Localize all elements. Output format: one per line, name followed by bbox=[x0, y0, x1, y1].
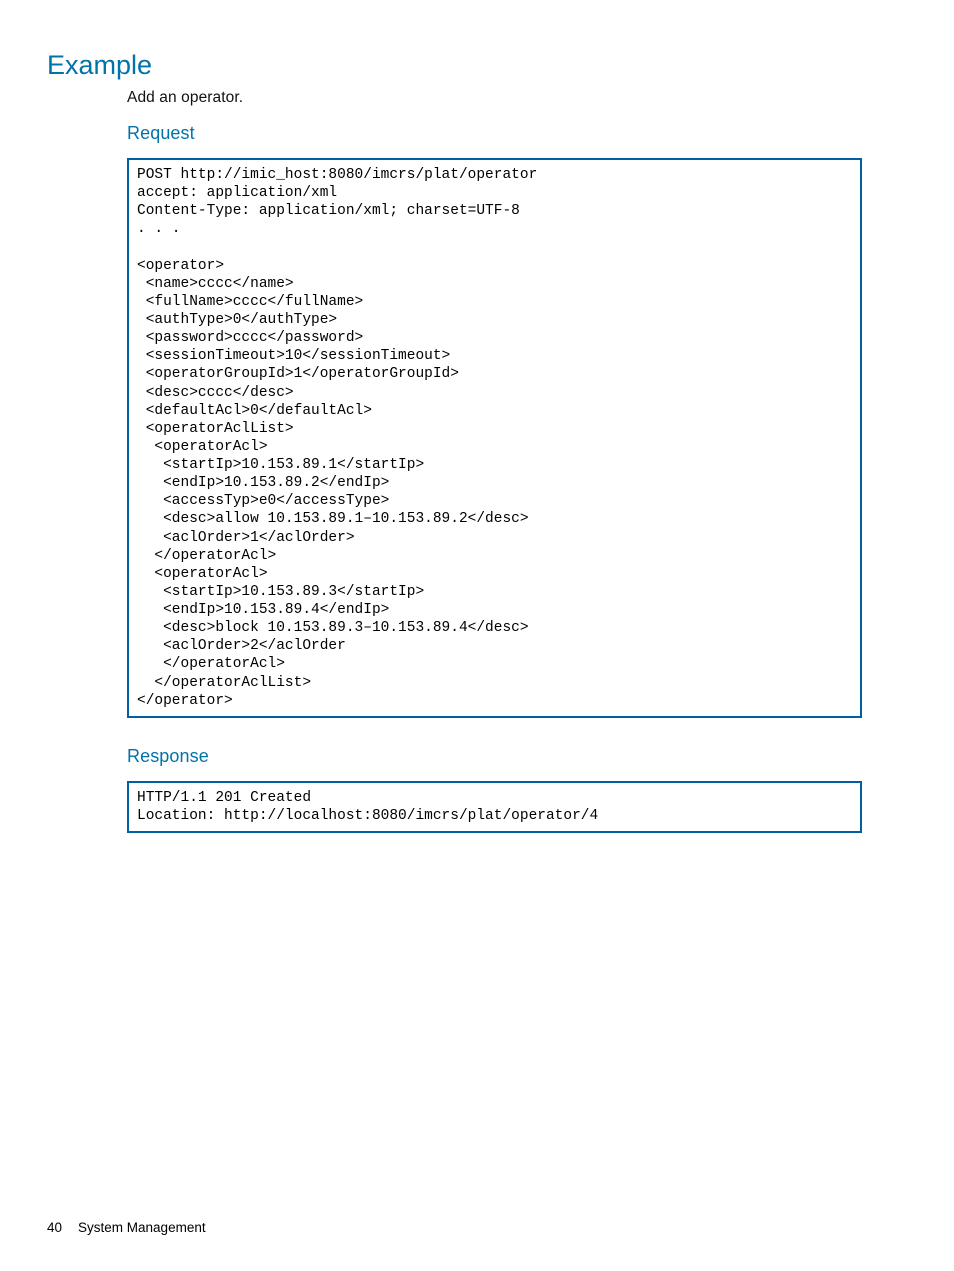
intro-text: Add an operator. bbox=[127, 89, 862, 107]
page-footer: 40 System Management bbox=[47, 1220, 206, 1235]
request-code-block: POST http://imic_host:8080/imcrs/plat/op… bbox=[127, 158, 862, 718]
page-number: 40 bbox=[47, 1220, 62, 1235]
heading-example: Example bbox=[47, 50, 862, 81]
page: Example Add an operator. Request POST ht… bbox=[0, 0, 954, 1271]
response-code-block: HTTP/1.1 201 Created Location: http://lo… bbox=[127, 781, 862, 833]
heading-response: Response bbox=[127, 746, 862, 767]
heading-request: Request bbox=[127, 123, 862, 144]
section-title: System Management bbox=[78, 1220, 206, 1235]
